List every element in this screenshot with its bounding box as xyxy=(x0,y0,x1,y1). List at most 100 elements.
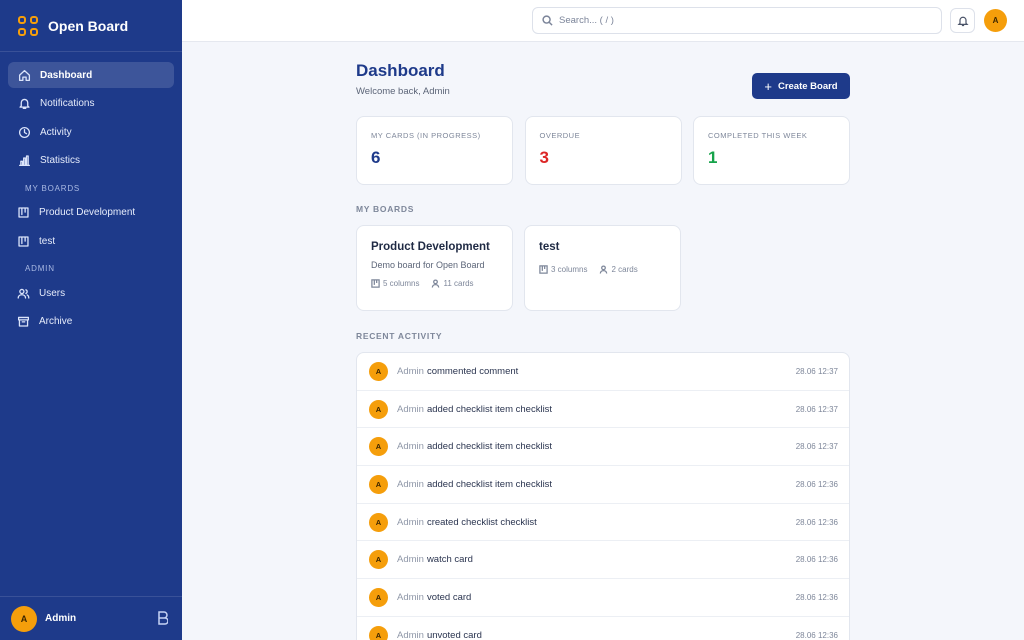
activity-time: 28.06 12:37 xyxy=(795,404,838,414)
board-cards: 11 cards xyxy=(443,279,474,288)
sidebar-item-activity[interactable]: Activity xyxy=(8,119,174,145)
stat-card-completed: COMPLETED THIS WEEK 1 xyxy=(693,116,850,185)
search-box[interactable] xyxy=(532,7,942,34)
activity-user: Admin xyxy=(397,478,424,490)
my-boards-title: MY BOARDS xyxy=(356,204,415,214)
stat-value: 6 xyxy=(371,148,381,167)
sidebar-item-label: Activity xyxy=(40,126,72,138)
activity-time: 28.06 12:37 xyxy=(795,366,838,376)
archive-icon xyxy=(17,316,30,327)
avatar: A xyxy=(369,550,388,570)
activity-text: created checklist checklist xyxy=(426,516,537,528)
activity-user: Admin xyxy=(397,441,424,453)
user-avatar[interactable]: A xyxy=(984,9,1007,32)
sidebar-item-test[interactable]: test xyxy=(8,228,174,254)
stat-value: 1 xyxy=(708,148,718,167)
stat-card-overdue: OVERDUE 3 xyxy=(524,116,682,185)
sidebar: Open Board Dashboard Notifications Activ… xyxy=(0,0,182,640)
sidebar-item-label: Statistics xyxy=(40,155,81,166)
activity-text: voted card xyxy=(426,591,472,603)
avatar: A xyxy=(369,399,388,419)
logout-icon[interactable] xyxy=(156,611,169,625)
activity-row[interactable]: A Admin watch card 28.06 12:36 xyxy=(357,541,849,580)
activity-time: 28.06 12:36 xyxy=(795,630,838,640)
sidebar-user[interactable]: A Admin xyxy=(0,596,182,640)
user-name: Admin xyxy=(45,613,77,624)
my-boards-section-label: MY BOARDS xyxy=(25,183,81,193)
search-input[interactable] xyxy=(559,15,929,26)
board-cards: 2 cards xyxy=(611,265,638,274)
avatar: A xyxy=(369,587,388,607)
avatar: A xyxy=(369,625,388,640)
topbar: A xyxy=(182,0,1024,42)
activity-row[interactable]: A Admin added checklist item checklist 2… xyxy=(357,428,849,467)
logo-icon xyxy=(18,15,38,36)
bar-chart-icon xyxy=(18,155,31,167)
activity-user: Admin xyxy=(397,403,424,415)
activity-user: Admin xyxy=(397,629,424,640)
bell-icon xyxy=(19,98,30,110)
avatar: A xyxy=(369,361,388,381)
user-icon xyxy=(600,265,608,274)
activity-text: added checklist item checklist xyxy=(426,441,553,453)
notifications-button[interactable] xyxy=(950,8,975,33)
avatar: A xyxy=(369,512,388,532)
avatar: A xyxy=(369,474,388,494)
activity-row[interactable]: A Admin commented comment 28.06 12:37 xyxy=(357,353,849,391)
activity-row[interactable]: A Admin created checklist checklist 28.0… xyxy=(357,504,849,542)
clock-icon xyxy=(18,126,31,138)
sidebar-item-archive[interactable]: Archive xyxy=(8,309,174,335)
page-subtitle: Welcome back, Admin xyxy=(356,86,450,97)
boards-grid: Product Development Demo board for Open … xyxy=(356,225,692,311)
stat-card-in-progress: MY CARDS (IN PROGRESS) 6 xyxy=(356,116,513,185)
activity-user: Admin xyxy=(397,516,424,528)
activity-row[interactable]: A Admin added checklist item checklist 2… xyxy=(357,391,849,429)
brand[interactable]: Open Board xyxy=(0,0,182,52)
avatar: A xyxy=(369,437,388,457)
sidebar-item-label: Notifications xyxy=(40,98,95,109)
activity-text: unvoted card xyxy=(426,629,482,640)
home-icon xyxy=(18,69,31,81)
board-columns: 5 columns xyxy=(383,279,420,288)
board-card-test[interactable]: test 3 columns 2 cards xyxy=(524,225,681,311)
board-description: Demo board for Open Board xyxy=(371,260,485,270)
create-board-button[interactable]: + Create Board xyxy=(752,73,850,99)
activity-time: 28.06 12:36 xyxy=(795,555,838,565)
user-icon xyxy=(432,279,440,288)
stat-label: OVERDUE xyxy=(539,131,581,140)
activity-time: 28.06 12:37 xyxy=(795,442,838,452)
activity-row[interactable]: A Admin voted card 28.06 12:36 xyxy=(357,579,849,617)
sidebar-item-dashboard[interactable]: Dashboard xyxy=(8,62,174,88)
columns-icon xyxy=(539,265,548,274)
activity-text: added checklist item checklist xyxy=(426,403,553,415)
search-icon xyxy=(542,15,553,26)
activity-row[interactable]: A Admin unvoted card 28.06 12:36 xyxy=(357,617,849,640)
activity-user: Admin xyxy=(397,365,424,377)
board-title: Product Development xyxy=(371,241,490,253)
activity-user: Admin xyxy=(397,554,424,566)
board-columns: 3 columns xyxy=(551,265,588,274)
sidebar-item-notifications[interactable]: Notifications xyxy=(8,91,174,117)
sidebar-item-statistics[interactable]: Statistics xyxy=(8,148,174,174)
activity-text: commented comment xyxy=(426,365,519,377)
sidebar-item-product-development[interactable]: Product Development xyxy=(8,200,174,226)
board-card-product-development[interactable]: Product Development Demo board for Open … xyxy=(356,225,513,311)
page-title: Dashboard xyxy=(356,61,445,80)
bell-icon xyxy=(956,16,969,26)
stats-row: MY CARDS (IN PROGRESS) 6 OVERDUE 3 COMPL… xyxy=(356,116,850,185)
board-meta: 3 columns 2 cards xyxy=(539,265,680,274)
board-title: test xyxy=(539,241,560,253)
avatar: A xyxy=(11,605,37,632)
plus-icon: + xyxy=(764,78,772,94)
stat-value: 3 xyxy=(539,148,549,167)
board-icon xyxy=(18,207,29,218)
activity-row[interactable]: A Admin added checklist item checklist 2… xyxy=(357,466,849,504)
board-icon xyxy=(18,235,29,247)
recent-activity-title: RECENT ACTIVITY xyxy=(356,331,443,341)
activity-list: A Admin commented comment 28.06 12:37 A … xyxy=(356,352,850,640)
sidebar-item-users[interactable]: Users xyxy=(8,280,174,306)
activity-text: watch card xyxy=(426,554,473,566)
activity-time: 28.06 12:36 xyxy=(795,592,838,602)
admin-section-label: ADMIN xyxy=(25,264,55,273)
activity-text: added checklist item checklist xyxy=(426,478,553,490)
